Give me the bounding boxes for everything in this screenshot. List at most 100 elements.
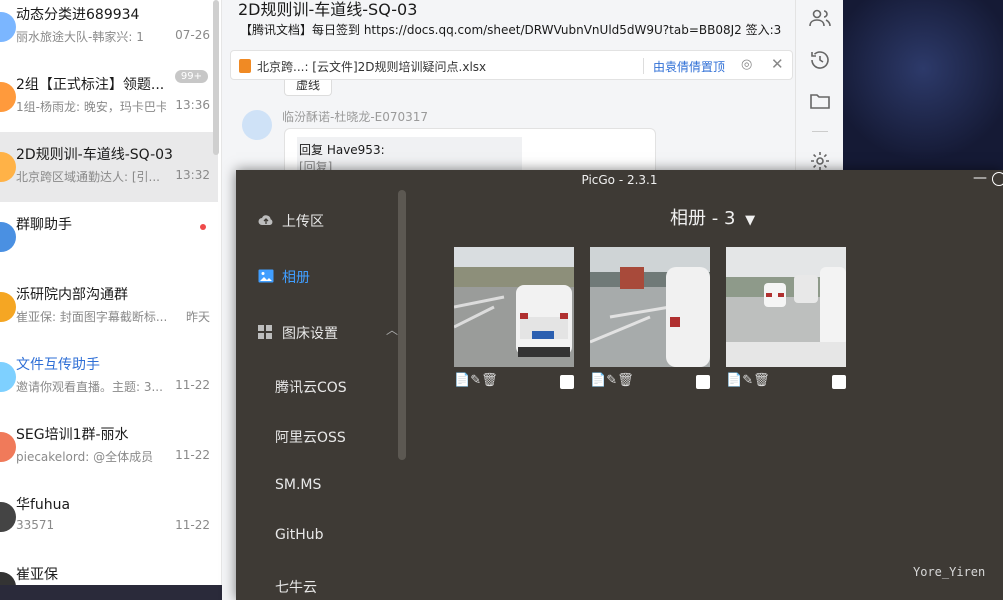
avatar bbox=[0, 292, 16, 322]
avatar bbox=[0, 152, 16, 182]
nav-gallery[interactable]: 相册 bbox=[258, 267, 310, 287]
chat-item-title: 文件互传助手 bbox=[16, 357, 100, 373]
avatar bbox=[0, 222, 16, 252]
chat-item-title: 动态分类进689934 bbox=[16, 7, 140, 23]
avatar bbox=[0, 362, 16, 392]
file-icon bbox=[239, 59, 251, 73]
chat-list-item[interactable]: 文件互传助手邀请你观看直播。主题: 3... 11-22 bbox=[0, 342, 218, 412]
gallery-image[interactable] bbox=[726, 247, 846, 367]
chat-item-preview: 崔亚保: 封面图字幕截断标... bbox=[16, 310, 166, 324]
gallery-image[interactable] bbox=[454, 247, 574, 367]
gallery-title-dropdown[interactable]: 相册 - 3 ▼ bbox=[670, 204, 755, 230]
gallery-card[interactable]: 📄✎🗑 bbox=[726, 247, 846, 395]
avatar bbox=[0, 572, 16, 585]
nav-gallery-label: 相册 bbox=[282, 270, 310, 286]
nav-pic-bed-settings[interactable]: 图床设置 ︿ bbox=[258, 323, 398, 343]
chat-item-title: 华fuhua bbox=[16, 497, 71, 513]
chat-item-title: 2D规则训-车道线-SQ-03 bbox=[16, 147, 173, 163]
minimize-button[interactable]: — bbox=[973, 170, 987, 186]
folder-icon[interactable] bbox=[808, 89, 832, 113]
chat-item-time: 11-22 bbox=[175, 518, 210, 532]
nav-upload[interactable]: 上传区 bbox=[258, 211, 324, 231]
reply-heading: 回复 Have953: bbox=[299, 143, 385, 157]
image-actions: 📄✎🗑 bbox=[454, 373, 498, 388]
history-icon[interactable] bbox=[808, 48, 832, 72]
chat-list-item[interactable]: 2D规则训-车道线-SQ-03 北京跨区域通勤达人: [引... 13:32 bbox=[0, 132, 218, 202]
sub-item-tencent-cos[interactable]: 腾讯云COS bbox=[275, 377, 347, 397]
picgo-window: PicGo - 2.3.1 — 上传区 相册 图床设置 ︿ 腾讯云COS 阿里云… bbox=[236, 170, 1003, 600]
chat-list: 动态分类进689934 丽水旅途大队-韩家兴: 1 07-26 2组【正式标注】领题.… bbox=[0, 0, 222, 585]
chat-item-title: 群聊助手 bbox=[16, 217, 72, 233]
gallery-card[interactable]: 📄✎🗑 bbox=[590, 247, 710, 395]
sub-item-github[interactable]: GitHub bbox=[275, 527, 324, 543]
chat-item-time: 11-22 bbox=[175, 448, 210, 462]
chat-item-title: 崔亚保 bbox=[16, 567, 58, 583]
image-icon bbox=[258, 269, 274, 287]
avatar bbox=[0, 502, 16, 532]
copy-link-icon[interactable]: 📄 bbox=[590, 373, 606, 388]
edit-icon[interactable]: ✎ bbox=[742, 373, 753, 388]
chat-item-title: SEG培训1群-丽水 bbox=[16, 427, 129, 443]
chat-list-item[interactable]: 华fuhua 33571 11-22 bbox=[0, 482, 218, 552]
locate-icon[interactable]: ◎ bbox=[741, 57, 752, 72]
nav-settings-label: 图床设置 bbox=[282, 326, 338, 342]
copy-link-icon[interactable]: 📄 bbox=[454, 373, 470, 388]
image-actions: 📄✎🗑 bbox=[726, 373, 770, 388]
members-icon[interactable] bbox=[808, 6, 832, 30]
chat-item-preview: 北京跨区域通勤达人: [引... bbox=[16, 170, 160, 184]
sender-avatar[interactable] bbox=[242, 110, 272, 140]
select-checkbox[interactable] bbox=[560, 375, 574, 389]
chat-item-time: 昨天 bbox=[185, 310, 210, 324]
chat-list-item[interactable]: 崔亚保 bbox=[0, 552, 218, 585]
chat-list-item[interactable]: SEG培训1群-丽水 piecakelord: @全体成员 11-22 bbox=[0, 412, 218, 482]
chat-list-item[interactable]: 2组【正式标注】领题... 1组-杨雨龙: 晚安，玛卡巴卡 13:36 99+ bbox=[0, 62, 218, 132]
chat-item-time: 07-26 bbox=[175, 28, 210, 42]
nav-upload-label: 上传区 bbox=[282, 214, 324, 230]
chat-list-item[interactable]: 动态分类进689934 丽水旅途大队-韩家兴: 1 07-26 bbox=[0, 0, 218, 62]
edit-icon[interactable]: ✎ bbox=[606, 373, 617, 388]
cloud-upload-icon bbox=[258, 214, 274, 230]
unread-badge: 99+ bbox=[174, 70, 208, 83]
chat-list-scrollbar[interactable] bbox=[213, 0, 219, 155]
select-checkbox[interactable] bbox=[696, 375, 710, 389]
chat-item-preview: 33571 bbox=[16, 518, 55, 532]
chat-item-time: 11-22 bbox=[175, 378, 210, 392]
pinned-message-bar[interactable]: 北京跨...: [云文件]2D规则培训疑问点.xlsx 由袁倩倩置顶 ◎ ✕ bbox=[230, 50, 793, 80]
chat-item-preview: piecakelord: @全体成员 bbox=[16, 450, 154, 464]
image-actions: 📄✎🗑 bbox=[590, 373, 634, 388]
chat-title: 2D规则训-车道线-SQ-03 bbox=[238, 0, 418, 19]
chevron-up-icon[interactable]: ︿ bbox=[386, 321, 398, 338]
delete-icon[interactable]: 🗑 bbox=[753, 373, 770, 388]
chat-list-item[interactable]: 泺研院内部沟通群 崔亚保: 封面图字幕截断标... 昨天 bbox=[0, 272, 218, 342]
avatar bbox=[0, 12, 16, 42]
sidebar-scrollbar[interactable] bbox=[398, 190, 406, 460]
pinned-text[interactable]: 北京跨...: [云文件]2D规则培训疑问点.xlsx bbox=[257, 58, 486, 75]
caret-down-icon: ▼ bbox=[745, 213, 756, 228]
doc-link-message[interactable]: 【腾讯文档】每日签到 https://docs.qq.com/sheet/DRW… bbox=[240, 21, 781, 38]
delete-icon[interactable]: 🗑 bbox=[481, 373, 498, 388]
chat-item-preview: 1组-杨雨龙: 晚安，玛卡巴卡 bbox=[16, 100, 166, 114]
unread-dot bbox=[200, 224, 206, 230]
close-window-button[interactable] bbox=[992, 172, 1003, 186]
watermark-text: Yore_Yiren bbox=[913, 565, 986, 579]
close-pin-icon[interactable]: ✕ bbox=[771, 55, 784, 73]
divider bbox=[812, 131, 828, 132]
grid-icon bbox=[258, 325, 274, 343]
chat-item-time: 13:36 bbox=[175, 98, 210, 112]
gallery-card[interactable]: 📄✎🗑 bbox=[454, 247, 574, 395]
desktop-background bbox=[843, 0, 1003, 172]
pinned-by-label: 由袁倩倩置顶 bbox=[653, 60, 726, 74]
chat-item-preview: 邀请你观看直播。主题: 3... bbox=[16, 380, 163, 394]
window-title: PicGo - 2.3.1 bbox=[581, 173, 658, 187]
edit-icon[interactable]: ✎ bbox=[470, 373, 481, 388]
sub-item-smms[interactable]: SM.MS bbox=[275, 477, 321, 493]
copy-link-icon[interactable]: 📄 bbox=[726, 373, 742, 388]
delete-icon[interactable]: 🗑 bbox=[617, 373, 634, 388]
chat-item-time: 13:32 bbox=[175, 168, 210, 182]
gallery-image[interactable] bbox=[590, 247, 710, 367]
avatar bbox=[0, 432, 16, 462]
sub-item-qiniu[interactable]: 七牛云 bbox=[275, 577, 317, 597]
select-checkbox[interactable] bbox=[832, 375, 846, 389]
sub-item-aliyun-oss[interactable]: 阿里云OSS bbox=[275, 427, 346, 447]
chat-list-item[interactable]: 群聊助手 bbox=[0, 202, 218, 272]
